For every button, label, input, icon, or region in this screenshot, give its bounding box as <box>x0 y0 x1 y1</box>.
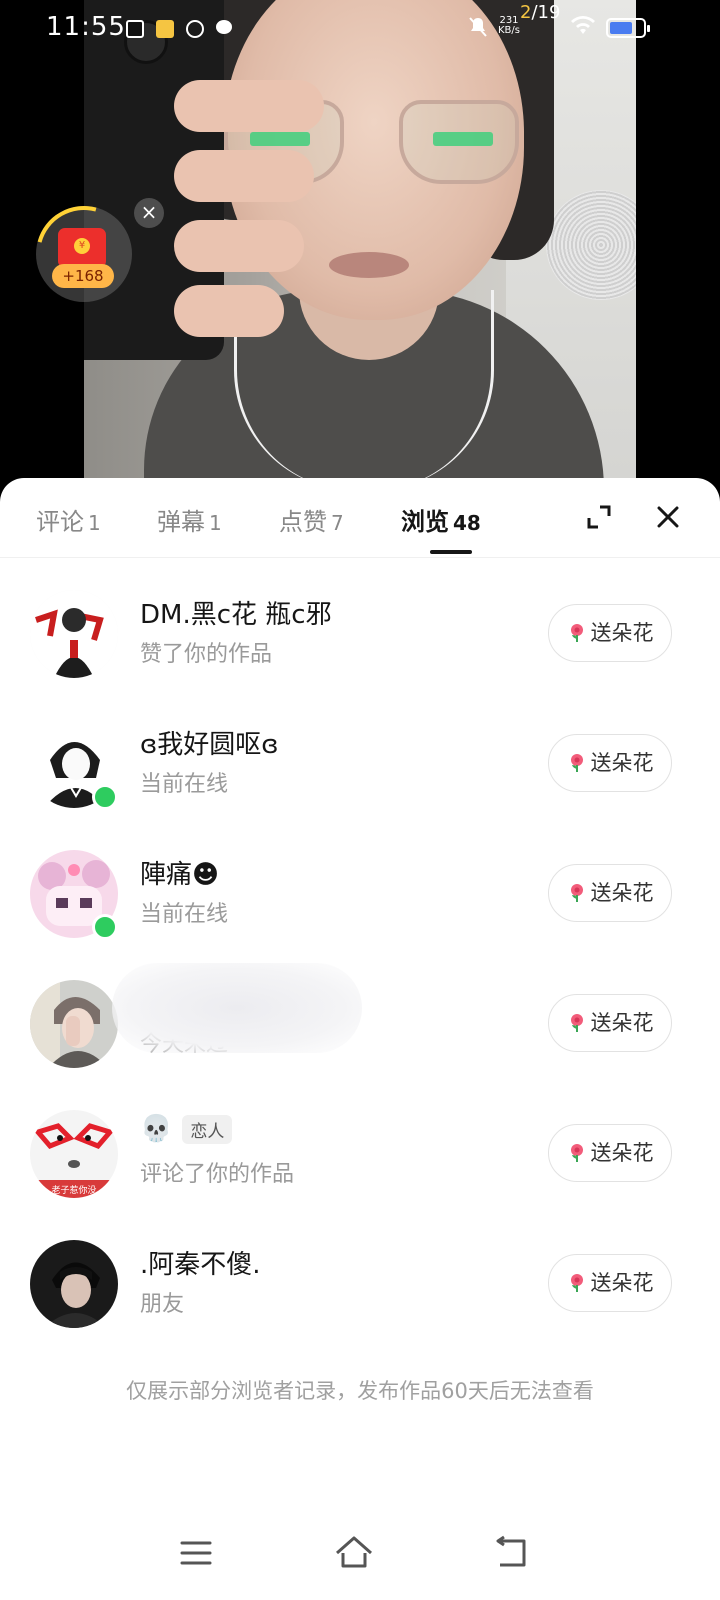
person-hand <box>174 80 324 350</box>
privacy-blur <box>112 963 362 1053</box>
viewer-list: DM.黑c花 瓶c邪 赞了你的作品 送朵花 ɞ我好圆呕ɞ 当前在线 送朵花 陣痛… <box>0 568 720 1348</box>
screen-record-icon <box>126 20 144 38</box>
online-indicator <box>92 784 118 810</box>
viewer-activity: 朋友 <box>140 1292 185 1317</box>
send-flower-button[interactable]: 送朵花 <box>548 1124 672 1182</box>
send-flower-button[interactable]: 送朵花 <box>548 994 672 1052</box>
viewer-activity: 当前在线 <box>140 902 229 927</box>
svg-text:老子惹你没: 老子惹你没 <box>51 1184 96 1196</box>
tab-danmaku[interactable]: 弹幕 1 <box>157 502 222 537</box>
active-tab-indicator <box>430 550 472 554</box>
viewer-name[interactable]: 💀 恋人 <box>140 1114 233 1144</box>
send-flower-button[interactable]: 送朵花 <box>548 734 672 792</box>
send-flower-button[interactable]: 送朵花 <box>548 604 672 662</box>
status-bar: 11:55 231 KB/s 2/19 <box>0 0 720 56</box>
wifi-icon <box>570 16 596 40</box>
wechat-icon <box>216 20 232 34</box>
avatar[interactable] <box>30 1240 118 1328</box>
expand-icon[interactable] <box>586 504 612 530</box>
system-nav-bar <box>0 1505 720 1600</box>
mute-icon <box>468 16 488 38</box>
avatar[interactable] <box>30 590 118 678</box>
flower-icon <box>567 738 587 772</box>
viewer-name[interactable]: ɞ我好圆呕ɞ <box>140 724 279 761</box>
flower-icon <box>567 1258 587 1292</box>
media-counter: 2/19 <box>520 2 561 23</box>
list-item[interactable]: .阿秦不傻. 朋友 送朵花 <box>0 1218 720 1348</box>
glasses-lens-right <box>399 100 519 184</box>
viewer-name[interactable]: .阿秦不傻. <box>140 1244 261 1281</box>
viewer-name[interactable]: DM.黑c花 瓶c邪 <box>140 594 332 631</box>
tab-comments[interactable]: 评论 1 <box>36 502 101 537</box>
flower-icon <box>567 608 587 642</box>
tab-bar: 评论 1 弹幕 1 点赞 7 浏览 48 <box>0 478 720 558</box>
viewer-activity: 当前在线 <box>140 772 229 797</box>
home-icon[interactable] <box>334 1533 374 1573</box>
video-frame <box>84 0 636 500</box>
viewer-name[interactable]: 陣痛☻ <box>140 854 219 891</box>
list-item[interactable]: 老子惹你没 💀 恋人 评论了你的作品 送朵花 <box>0 1088 720 1218</box>
send-flower-button[interactable]: 送朵花 <box>548 864 672 922</box>
network-speed: 231 KB/s <box>498 15 520 36</box>
avatar[interactable]: 老子惹你没 <box>30 1110 118 1198</box>
list-item[interactable]: 陣痛☻ 当前在线 送朵花 <box>0 828 720 958</box>
viewer-activity: 评论了你的作品 <box>140 1162 295 1187</box>
red-packet-amount: +168 <box>52 264 114 288</box>
list-item[interactable]: 今天来过 送朵花 <box>0 958 720 1088</box>
coin-icon: ¥ <box>74 238 90 254</box>
close-icon[interactable] <box>655 504 681 530</box>
status-time: 11:55 <box>46 12 126 42</box>
mail-icon <box>156 20 174 38</box>
back-icon[interactable] <box>492 1533 532 1573</box>
avatar[interactable] <box>30 980 118 1068</box>
flower-icon <box>567 868 587 902</box>
list-item[interactable]: DM.黑c花 瓶c邪 赞了你的作品 送朵花 <box>0 568 720 698</box>
viewer-activity: 赞了你的作品 <box>140 642 273 667</box>
person-mouth <box>329 252 409 278</box>
list-item[interactable]: ɞ我好圆呕ɞ 当前在线 送朵花 <box>0 698 720 828</box>
flower-icon <box>567 998 587 1032</box>
online-indicator <box>92 914 118 940</box>
relation-tag: 恋人 <box>182 1115 233 1144</box>
red-packet-close-button[interactable]: × <box>134 198 164 228</box>
viewers-sheet: 评论 1 弹幕 1 点赞 7 浏览 48 DM.黑c花 瓶c邪 赞了你的作品 送… <box>0 478 720 1600</box>
send-flower-button[interactable]: 送朵花 <box>548 1254 672 1312</box>
flower-icon <box>567 1128 587 1162</box>
menu-icon[interactable] <box>176 1533 216 1573</box>
tab-views[interactable]: 浏览 48 <box>401 502 481 537</box>
link-icon <box>186 20 204 38</box>
tab-likes[interactable]: 点赞 7 <box>279 502 344 537</box>
battery-icon <box>606 18 650 38</box>
history-notice: 仅展示部分浏览者记录，发布作品60天后无法查看 <box>126 1379 594 1403</box>
